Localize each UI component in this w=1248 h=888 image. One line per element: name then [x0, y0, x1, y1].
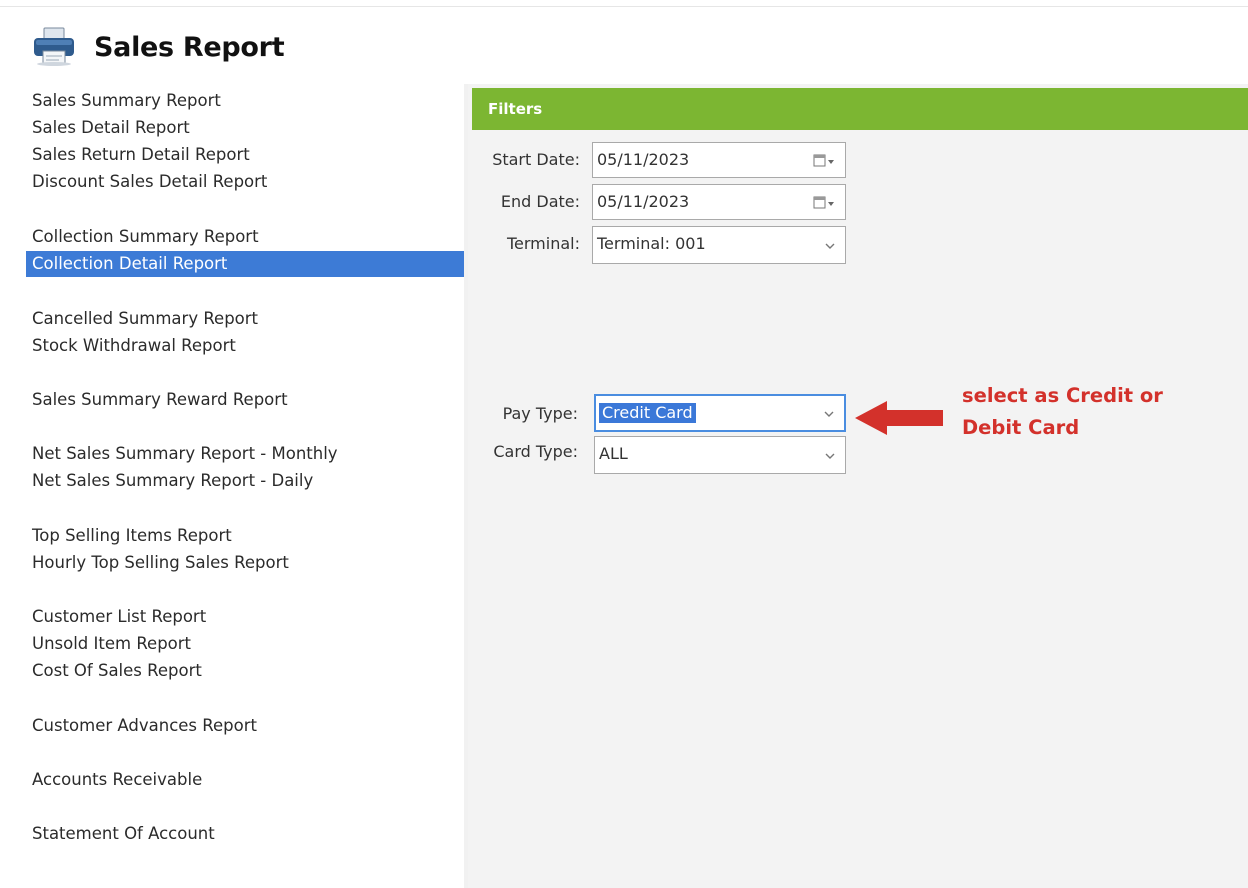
- sidebar-item-cost-of-sales-report[interactable]: Cost Of Sales Report: [26, 658, 464, 684]
- card-type-label: Card Type:: [493, 442, 578, 461]
- chevron-down-icon: [825, 453, 835, 459]
- start-date-picker[interactable]: 05/11/2023: [592, 142, 846, 178]
- pay-type-value: Credit Card: [599, 403, 696, 423]
- annotation-arrow-icon: [855, 401, 943, 435]
- sidebar-item-customer-list-report[interactable]: Customer List Report: [26, 604, 464, 630]
- end-date-label: End Date:: [500, 192, 580, 211]
- card-type-value: ALL: [599, 444, 628, 463]
- sidebar-item-top-selling-items-report[interactable]: Top Selling Items Report: [26, 523, 464, 549]
- end-date-picker[interactable]: 05/11/2023: [592, 184, 846, 220]
- title-bar: Sales Report: [0, 0, 1248, 82]
- chevron-down-icon: [824, 411, 834, 417]
- page-title: Sales Report: [94, 32, 285, 63]
- sidebar-item-accounts-receivable[interactable]: Accounts Receivable: [26, 767, 464, 793]
- sidebar-item-unsold-item-report[interactable]: Unsold Item Report: [26, 631, 464, 657]
- sidebar-item-cancelled-summary-report[interactable]: Cancelled Summary Report: [26, 306, 464, 332]
- printer-icon: [34, 27, 74, 66]
- sidebar-item-sales-return-detail-report[interactable]: Sales Return Detail Report: [26, 142, 464, 168]
- sidebar-item-collection-detail-report[interactable]: Collection Detail Report: [26, 251, 464, 277]
- start-date-value: 05/11/2023: [597, 150, 690, 169]
- card-type-select[interactable]: ALL: [594, 436, 846, 474]
- sidebar-item-stock-withdrawal-report[interactable]: Stock Withdrawal Report: [26, 333, 464, 359]
- filters-panel: Filters Start Date: 05/11/2023 End Date:…: [468, 84, 1248, 888]
- sidebar-item-net-sales-summary-daily[interactable]: Net Sales Summary Report - Daily: [26, 468, 464, 494]
- filters-header: Filters: [472, 88, 1248, 130]
- terminal-label: Terminal:: [506, 234, 580, 253]
- report-list: Sales Summary Report Sales Detail Report…: [26, 84, 464, 888]
- sidebar-item-sales-summary-reward-report[interactable]: Sales Summary Reward Report: [26, 387, 464, 413]
- calendar-icon[interactable]: [813, 195, 835, 211]
- filters-heading: Filters: [488, 100, 543, 118]
- end-date-value: 05/11/2023: [597, 192, 690, 211]
- sidebar-item-statement-of-account[interactable]: Statement Of Account: [26, 821, 464, 847]
- sidebar-item-sales-detail-report[interactable]: Sales Detail Report: [26, 115, 464, 141]
- terminal-select[interactable]: Terminal: 001: [592, 226, 846, 264]
- terminal-value: Terminal: 001: [597, 234, 706, 253]
- sidebar-item-customer-advances-report[interactable]: Customer Advances Report: [26, 713, 464, 739]
- chevron-down-icon: [825, 243, 835, 249]
- instruction-annotation: select as Credit or Debit Card: [962, 380, 1222, 444]
- annotation-line-1: select as Credit or: [962, 384, 1163, 407]
- annotation-line-2: Debit Card: [962, 416, 1080, 439]
- sidebar-item-net-sales-summary-monthly[interactable]: Net Sales Summary Report - Monthly: [26, 441, 464, 467]
- calendar-icon[interactable]: [813, 153, 835, 169]
- pay-type-select[interactable]: Credit Card: [594, 394, 846, 432]
- start-date-label: Start Date:: [492, 150, 580, 169]
- sidebar-item-hourly-top-selling-sales-report[interactable]: Hourly Top Selling Sales Report: [26, 550, 464, 576]
- sidebar-item-discount-sales-detail-report[interactable]: Discount Sales Detail Report: [26, 169, 464, 195]
- sidebar-item-collection-summary-report[interactable]: Collection Summary Report: [26, 224, 464, 250]
- pay-type-label: Pay Type:: [502, 404, 578, 423]
- divider: [0, 6, 1248, 7]
- sidebar-item-sales-summary-report[interactable]: Sales Summary Report: [26, 88, 464, 114]
